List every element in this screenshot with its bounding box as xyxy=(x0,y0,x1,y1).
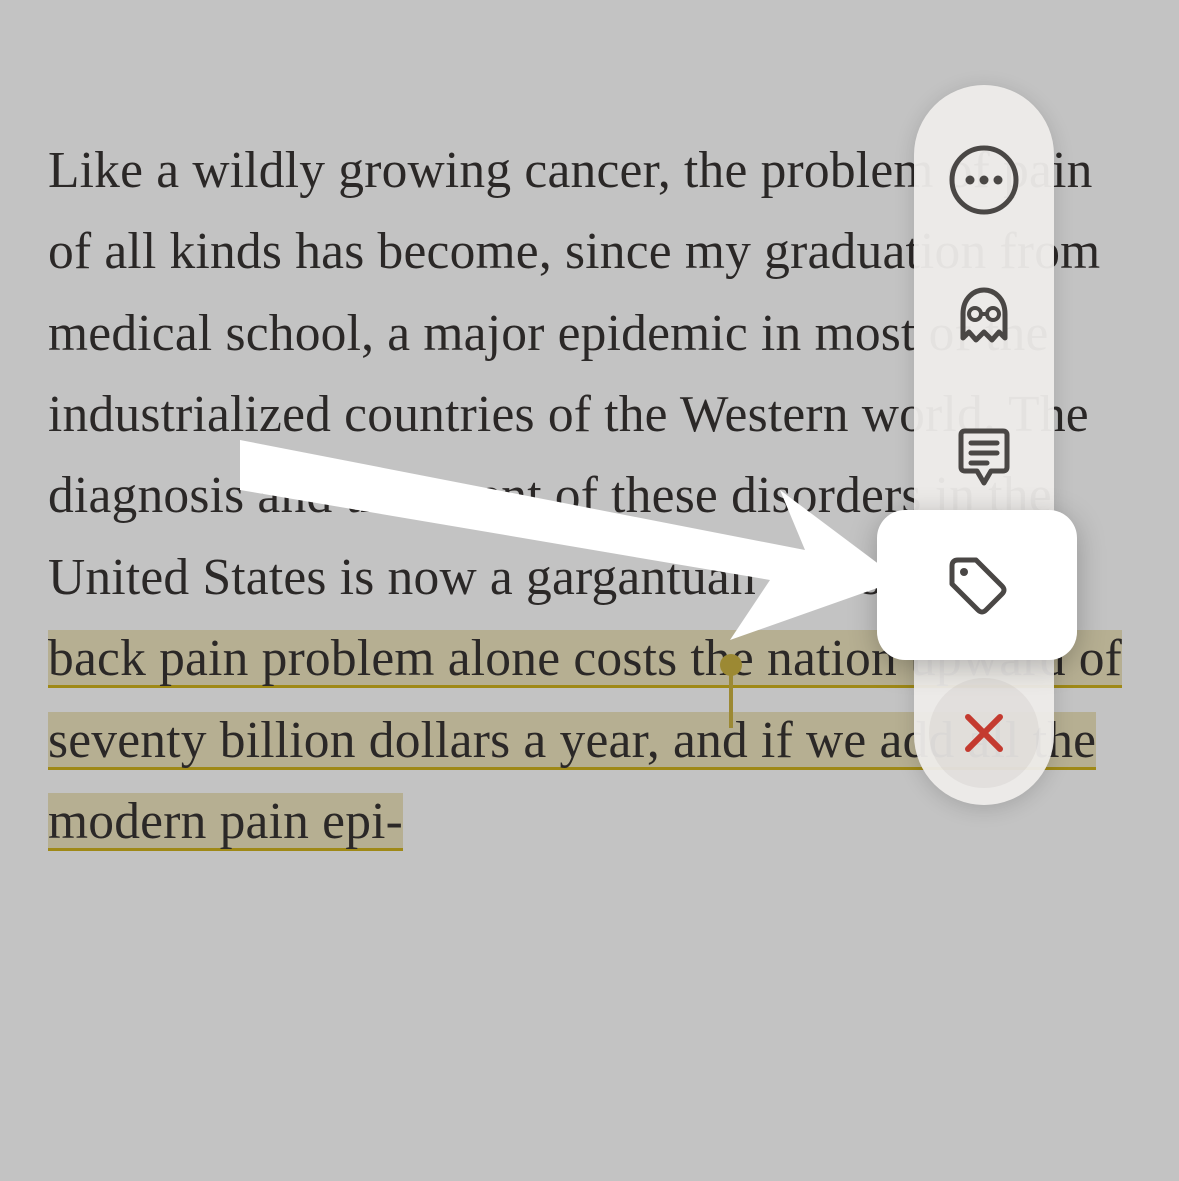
reader-page: Like a wildly growing cancer, the prob­l… xyxy=(0,0,1179,1181)
add-note-button[interactable] xyxy=(919,388,1049,527)
tag-icon xyxy=(940,548,1014,622)
selection-caret xyxy=(729,674,733,728)
annotation-toolbar xyxy=(914,85,1054,805)
ghost-icon xyxy=(949,284,1019,354)
close-button[interactable] xyxy=(929,678,1039,788)
tag-button-active[interactable] xyxy=(877,510,1077,660)
more-horizontal-icon xyxy=(948,144,1020,216)
ghost-reader-button[interactable] xyxy=(919,249,1049,388)
more-options-button[interactable] xyxy=(919,110,1049,249)
selection-handle-start[interactable] xyxy=(720,654,742,676)
note-icon xyxy=(949,423,1019,493)
close-icon xyxy=(956,705,1012,761)
